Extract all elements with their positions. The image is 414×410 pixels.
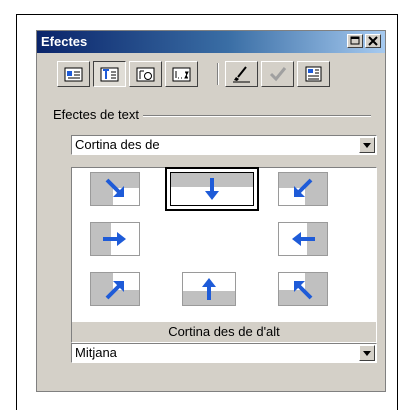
- slideshow-icon: [305, 66, 322, 82]
- arrow-up-icon: [183, 278, 235, 305]
- arrow-up-left-icon: [279, 273, 327, 305]
- direction-left-button[interactable]: [90, 222, 140, 256]
- direction-top-left-button[interactable]: [90, 172, 140, 206]
- window-title: Efectes: [41, 34, 88, 49]
- minimize-button[interactable]: [347, 34, 363, 48]
- direction-right-button[interactable]: [278, 222, 328, 256]
- arrow-down-icon: [171, 173, 253, 200]
- chevron-down-icon: [363, 351, 371, 356]
- slideshow-button[interactable]: [297, 61, 330, 87]
- speed-select[interactable]: Mitjana: [71, 343, 377, 363]
- effect-type-select[interactable]: Cortina des de: [71, 135, 377, 155]
- selected-effect-caption: Cortina des de d'alt: [72, 322, 376, 342]
- arrow-right-icon: [91, 223, 126, 255]
- arrow-left-icon: [292, 223, 327, 255]
- order-button[interactable]: [165, 61, 198, 87]
- slide-transition-icon: [64, 67, 83, 82]
- direction-grid: Cortina des de d'alt: [71, 167, 377, 343]
- text-effects-button[interactable]: [93, 61, 126, 87]
- apply-button[interactable]: [261, 61, 294, 87]
- slide-transition-button[interactable]: [57, 61, 90, 87]
- speed-dropdown-button[interactable]: [359, 345, 375, 361]
- object-effects-button[interactable]: [129, 61, 162, 87]
- toolbar: [57, 61, 377, 89]
- speed-value: Mitjana: [75, 345, 117, 360]
- direction-top-right-button[interactable]: [278, 172, 328, 206]
- text-effects-label: Efectes de text: [53, 107, 143, 122]
- preview-button[interactable]: [225, 61, 258, 87]
- direction-top-button[interactable]: [165, 167, 259, 211]
- apply-check-icon: [269, 67, 287, 82]
- object-effects-icon: [136, 67, 155, 82]
- direction-bottom-button[interactable]: [182, 272, 236, 306]
- order-icon: [172, 67, 191, 82]
- toolbar-separator: [217, 63, 219, 85]
- effect-type-value: Cortina des de: [75, 137, 160, 152]
- close-button[interactable]: [365, 34, 381, 48]
- close-icon: [368, 36, 378, 46]
- arrow-down-right-icon: [91, 173, 139, 205]
- arrow-down-left-icon: [279, 173, 327, 205]
- minimize-icon: [350, 36, 360, 45]
- effects-window: Efectes Efectes de text Cortina des de C…: [36, 30, 386, 392]
- direction-bottom-left-button[interactable]: [90, 272, 140, 306]
- chevron-down-icon: [363, 143, 371, 148]
- text-effects-icon: [100, 67, 119, 82]
- arrow-up-right-icon: [91, 273, 139, 305]
- effect-type-dropdown-button[interactable]: [359, 137, 375, 153]
- title-bar[interactable]: Efectes: [37, 31, 385, 53]
- preview-brush-icon: [233, 66, 250, 83]
- direction-bottom-right-button[interactable]: [278, 272, 328, 306]
